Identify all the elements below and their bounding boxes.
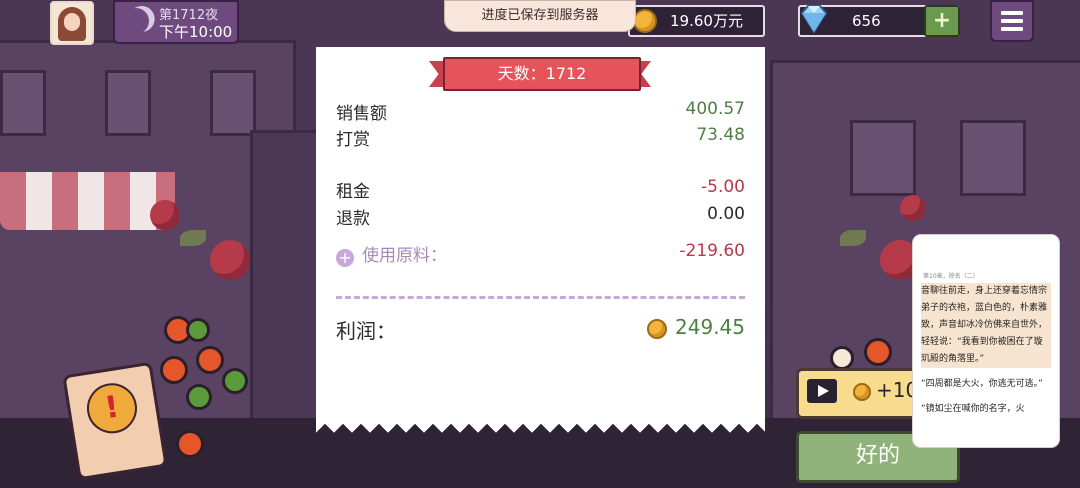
money-counter: 19.60万元 [628, 5, 765, 37]
ingredients-expand[interactable]: + 使用原料： [336, 241, 447, 267]
sales-label: 销售额 [336, 104, 387, 124]
receipt-row-sales: 销售额 400.57 [336, 99, 745, 124]
day-banner: 天数：1712 [429, 57, 651, 91]
refund-label: 退款 [336, 209, 370, 229]
add-gems-button[interactable]: + [924, 5, 960, 37]
refund-value: 0.00 [707, 204, 745, 224]
day-time-panel: 第1712夜 下午10:00 [113, 0, 239, 44]
alert-badge: ! [83, 379, 141, 437]
rent-label: 租金 [336, 182, 370, 202]
coin-icon [633, 9, 657, 33]
watch-ad-button[interactable]: +10 [796, 368, 927, 419]
save-toast: 进度已保存到服务器 [444, 0, 636, 32]
receipt-divider [336, 296, 745, 299]
reader-body: 音聊往前走，身上还穿着忘情宗弟子的衣袍，蓝白色的，朴素雅致，声音却冰冷仿佛来自世… [921, 283, 1051, 418]
tomato-slice [196, 346, 224, 374]
window [0, 70, 46, 136]
rose-decoration [150, 200, 180, 230]
profit-value: 249.45 [675, 315, 745, 339]
expand-plus-icon[interactable]: + [336, 249, 354, 267]
rose-decoration [900, 195, 926, 221]
leaf [180, 230, 206, 246]
menu-icon-bar [1001, 11, 1023, 15]
pepper-slice [186, 318, 210, 342]
receipt-row-refund: 退款 0.00 [336, 204, 745, 229]
ad-reward-label: +10 [876, 378, 919, 402]
tomato-slice [864, 338, 892, 366]
receipt-row-ingredients[interactable]: + 使用原料： -219.60 [336, 241, 745, 267]
avatar-face [64, 13, 80, 31]
rose-decoration [210, 240, 250, 280]
ingredients-label: 使用原料： [362, 246, 447, 266]
pepper-slice [186, 384, 212, 410]
receipt-row-tips: 打赏 73.48 [336, 125, 745, 150]
window [850, 120, 916, 196]
rent-value: -5.00 [701, 177, 745, 197]
tomato-slice [176, 430, 204, 458]
tips-label: 打赏 [336, 130, 370, 150]
day-banner-text: 天数：1712 [443, 57, 641, 91]
daily-receipt: 天数：1712 销售额 400.57 打赏 73.48 租金 -5.00 退款 … [316, 47, 765, 436]
pepper-slice [222, 368, 248, 394]
money-value: 19.60万元 [670, 12, 743, 30]
diamond-icon [800, 5, 828, 34]
reader-paragraph: “四周都是大火，你逃无可逃。” [921, 379, 1043, 389]
alert-card[interactable]: ! [62, 361, 168, 481]
ingredients-value: -219.60 [679, 241, 745, 261]
window [960, 120, 1026, 196]
avatar[interactable] [50, 1, 94, 45]
reader-overlay[interactable]: 第10章，除名（二） 音聊往前走，身上还穿着忘情宗弟子的衣袍，蓝白色的，朴素雅致… [913, 235, 1059, 447]
mushroom [830, 346, 854, 370]
menu-icon-bar [1001, 19, 1023, 23]
moon-icon [119, 4, 152, 37]
coin-icon [853, 383, 871, 401]
sales-value: 400.57 [685, 99, 745, 119]
reader-paragraph: “镜如尘在喊你的名字，火 [921, 404, 1025, 414]
gem-value: 656 [852, 12, 881, 30]
video-play-icon [807, 379, 837, 403]
profit-label: 利润： [336, 319, 396, 343]
menu-icon-bar [1001, 27, 1023, 31]
clock-time: 下午10:00 [159, 23, 233, 41]
receipt-row-profit: 利润： 249.45 [336, 315, 745, 343]
coin-icon [647, 319, 667, 339]
window [105, 70, 151, 136]
window [210, 70, 256, 136]
menu-button[interactable] [990, 0, 1034, 42]
tips-value: 73.48 [696, 125, 745, 145]
leaf [840, 230, 866, 246]
tomato-slice [160, 356, 188, 384]
receipt-row-rent: 租金 -5.00 [336, 177, 745, 202]
exclamation-icon: ! [102, 389, 122, 427]
reader-chapter-header: 第10章，除名（二） [923, 273, 979, 280]
striped-awning [0, 172, 175, 230]
reader-paragraph: 音聊往前走，身上还穿着忘情宗弟子的衣袍，蓝白色的，朴素雅致，声音却冰冷仿佛来自世… [921, 283, 1051, 368]
